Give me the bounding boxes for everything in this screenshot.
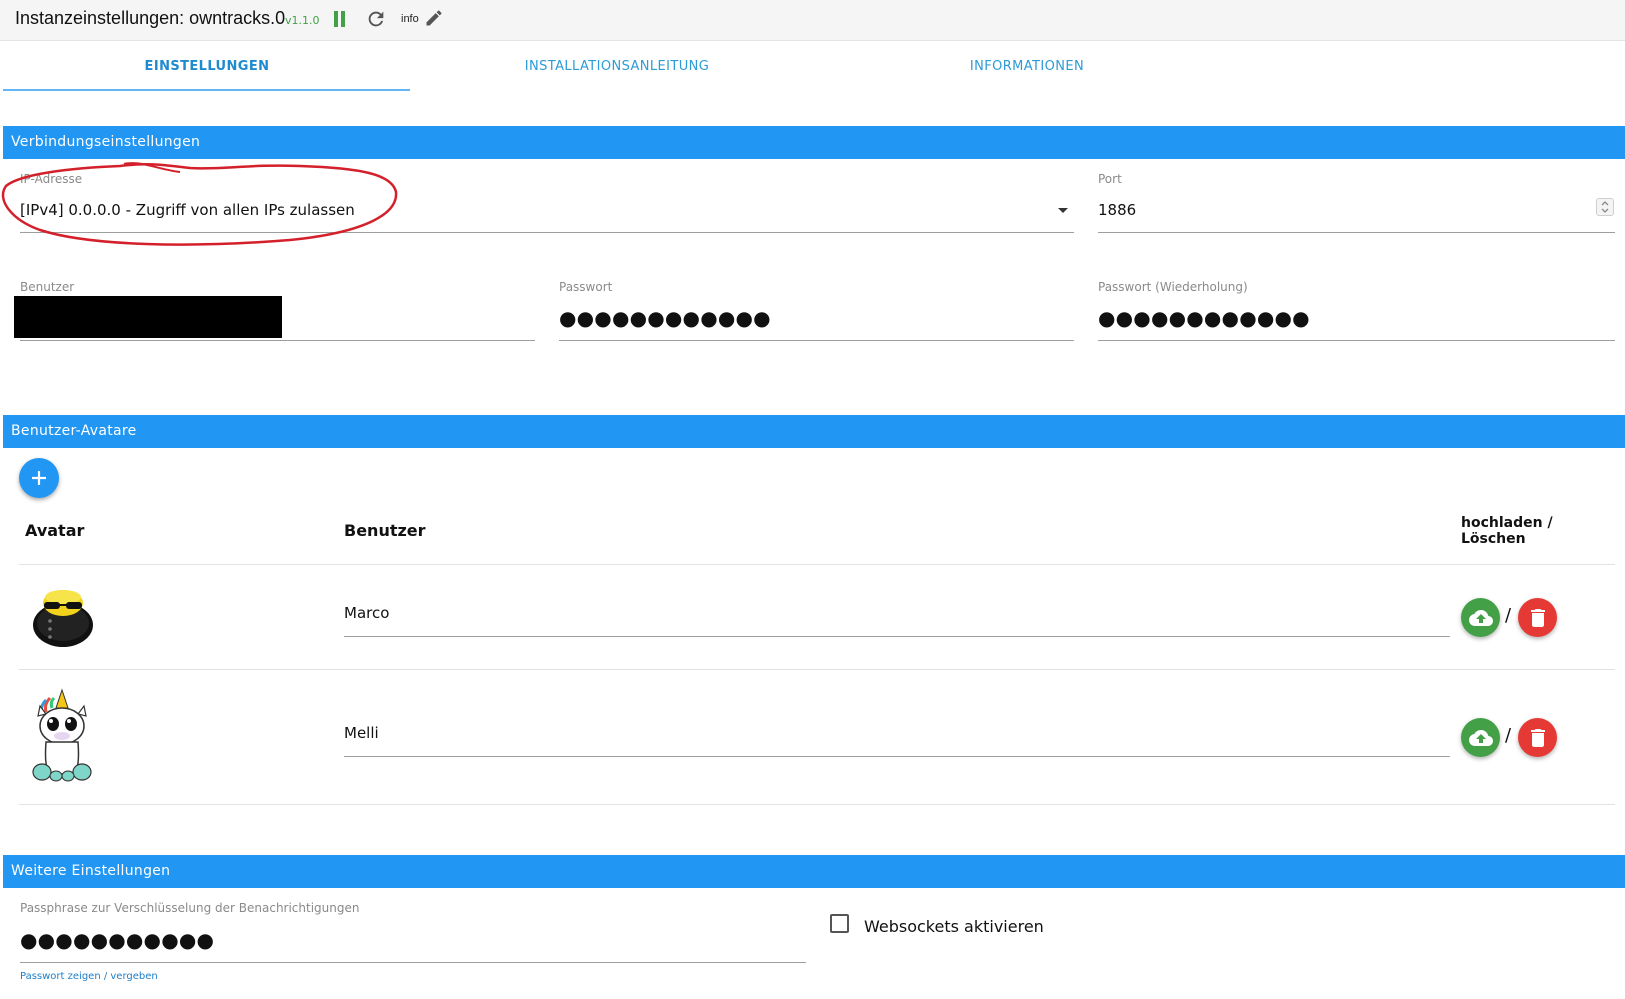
avatars-section-header: Benutzer-Avatare xyxy=(3,415,1625,448)
sunglasses-smiley-icon xyxy=(33,590,93,647)
pause-icon[interactable] xyxy=(333,11,347,27)
info-label[interactable]: info xyxy=(401,13,419,25)
row-divider xyxy=(19,669,1615,670)
reload-icon[interactable] xyxy=(365,8,387,30)
ip-address-underline xyxy=(20,232,1074,233)
tab-installationsanleitung[interactable]: INSTALLATIONSANLEITUNG xyxy=(413,43,821,91)
password-input[interactable]: ●●●●●●●●●●●● xyxy=(559,308,771,328)
password-repeat-input[interactable]: ●●●●●●●●●●●● xyxy=(1098,308,1310,328)
user-name-input[interactable]: Marco xyxy=(344,604,389,622)
ip-address-label: IP-Adresse xyxy=(20,172,83,186)
port-label: Port xyxy=(1098,172,1122,186)
tab-einstellungen[interactable]: EINSTELLUNGEN xyxy=(3,43,411,91)
delete-button[interactable] xyxy=(1518,598,1557,637)
column-header-actions-line1: hochladen / xyxy=(1461,515,1553,531)
show-password-link[interactable]: Passwort zeigen / vergeben xyxy=(20,971,158,982)
cloud-upload-icon xyxy=(1469,610,1493,626)
tab-bar: EINSTELLUNGEN INSTALLATIONSANLEITUNG INF… xyxy=(3,43,1625,91)
unicorn-icon xyxy=(32,688,92,782)
user-name-underline xyxy=(344,636,1450,637)
tab-informationen[interactable]: INFORMATIONEN xyxy=(823,43,1231,91)
websockets-checkbox[interactable] xyxy=(830,914,849,933)
port-underline xyxy=(1098,232,1615,233)
column-header-actions: hochladen / Löschen xyxy=(1461,515,1553,547)
column-header-avatar: Avatar xyxy=(25,521,85,540)
passphrase-underline xyxy=(20,962,806,963)
plus-icon xyxy=(32,471,46,485)
user-underline xyxy=(20,340,535,341)
chevron-down-icon[interactable] xyxy=(1058,208,1068,213)
window-title: Instanzeinstellungen: owntracks.0 xyxy=(15,8,286,28)
table-header-divider xyxy=(19,564,1615,565)
action-separator: / xyxy=(1505,605,1512,626)
upload-button[interactable] xyxy=(1461,718,1500,757)
user-name-underline xyxy=(344,756,1450,757)
password-label: Passwort xyxy=(559,280,613,294)
passphrase-input[interactable]: ●●●●●●●●●●● xyxy=(20,930,214,950)
column-header-user: Benutzer xyxy=(344,521,426,540)
column-header-actions-line2: Löschen xyxy=(1461,531,1526,547)
further-settings-section-header: Weitere Einstellungen xyxy=(3,855,1625,888)
password-repeat-label: Passwort (Wiederholung) xyxy=(1098,280,1248,294)
title-bar: Instanzeinstellungen: owntracks.0 v1.1.0… xyxy=(0,0,1625,41)
redacted-user-value[interactable] xyxy=(14,296,282,338)
cloud-upload-icon xyxy=(1469,730,1493,746)
add-avatar-button[interactable] xyxy=(19,458,59,498)
user-name-input[interactable]: Melli xyxy=(344,724,379,742)
version-label: v1.1.0 xyxy=(285,14,320,27)
passphrase-label: Passphrase zur Verschlüsselung der Benac… xyxy=(20,901,360,915)
active-tab-indicator xyxy=(3,89,410,91)
port-input[interactable]: 1886 xyxy=(1098,201,1136,219)
connection-section-header: Verbindungseinstellungen xyxy=(3,126,1625,159)
port-stepper[interactable] xyxy=(1596,198,1614,216)
websockets-label[interactable]: Websockets aktivieren xyxy=(864,917,1044,936)
trash-icon xyxy=(1531,609,1545,627)
delete-button[interactable] xyxy=(1518,718,1557,757)
password-underline xyxy=(559,340,1074,341)
password-repeat-underline xyxy=(1098,340,1615,341)
row-divider xyxy=(19,804,1615,805)
ip-address-select[interactable]: [IPv4] 0.0.0.0 - Zugriff von allen IPs z… xyxy=(20,201,355,219)
trash-icon xyxy=(1531,729,1545,747)
edit-icon[interactable] xyxy=(424,8,446,30)
user-label: Benutzer xyxy=(20,280,75,294)
upload-button[interactable] xyxy=(1461,598,1500,637)
action-separator: / xyxy=(1505,725,1512,746)
